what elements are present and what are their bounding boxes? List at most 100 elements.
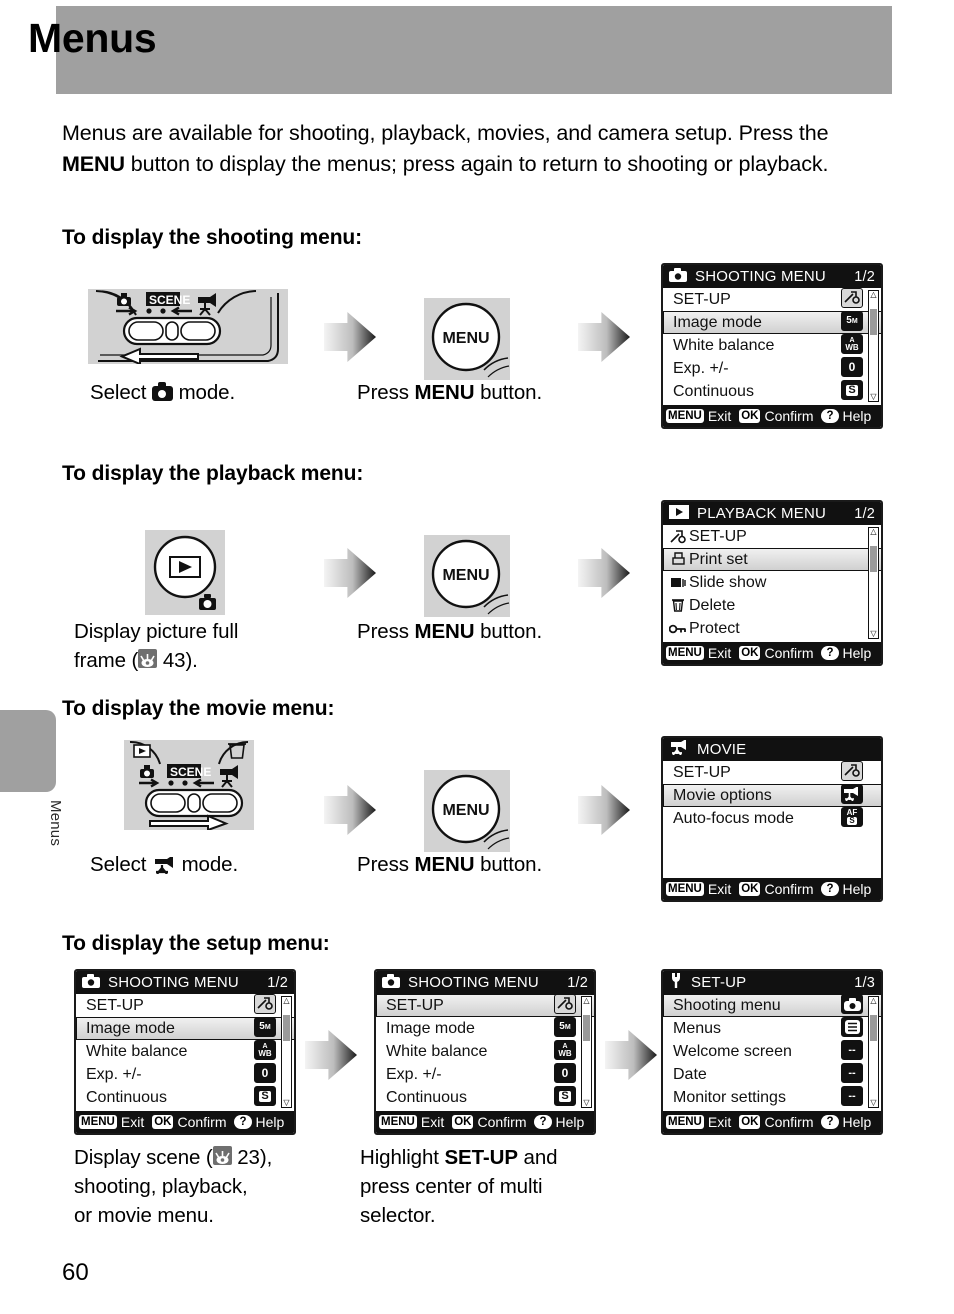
lcd-item-list: SET-UP Print set Slide show Delete Prote… [663, 525, 881, 640]
flow-arrow-3 [324, 548, 376, 598]
wrench-arrow-icon [554, 994, 576, 1014]
lcd-value-icon-column: -- -- -- [841, 994, 865, 1109]
menu-list-icon [841, 1017, 863, 1037]
ok-key-icon: OK [739, 645, 761, 661]
scrollbar-thumb[interactable] [583, 1015, 590, 1041]
lcd-title-bar: SHOOTING MENU 1/2 [376, 971, 594, 994]
scroll-up-arrow-icon: △ [870, 527, 877, 536]
menu-key-icon: MENU [666, 645, 704, 661]
caption-text: Select [90, 381, 152, 404]
lcd-scrollbar[interactable]: △ ▽ [868, 996, 879, 1108]
lcd-shooting-menu[interactable]: SHOOTING MENU 1/2 SET-UP Image mode Whit… [661, 263, 883, 429]
scrollbar-thumb[interactable] [870, 1015, 877, 1041]
ok-key-icon: OK [739, 881, 761, 897]
lcd-playback-menu[interactable]: PLAYBACK MENU 1/2 SET-UP Print set Slide… [661, 500, 883, 666]
intro-text-1: Menus are available for shooting, playba… [62, 121, 829, 145]
lcd-item-label: Movie options [673, 786, 772, 804]
footer-exit-label: Exit [707, 408, 732, 424]
lcd-footer-bar: MENU Exit OK Confirm ? Help [376, 1111, 594, 1133]
single-shot-icon: S [841, 380, 863, 400]
scrollbar-thumb[interactable] [870, 309, 877, 335]
dashes-icon: -- [841, 1063, 863, 1083]
intro-menu-bold: MENU [62, 152, 125, 176]
help-key-icon: ? [821, 408, 839, 424]
menu-bold: MENU [414, 381, 475, 404]
lcd-shooting-menu-step1[interactable]: SHOOTING MENU 1/2 SET-UP Image mode Whit… [74, 969, 296, 1135]
trash-icon [667, 598, 689, 613]
lcd-scrollbar[interactable]: △ ▽ [868, 527, 879, 639]
menu-key-icon: MENU [79, 1114, 117, 1130]
lcd-scrollbar[interactable]: △ ▽ [281, 996, 292, 1108]
camera-icon [382, 973, 400, 992]
ok-key-icon: OK [739, 408, 761, 424]
scroll-down-arrow-icon: ▽ [870, 1098, 877, 1107]
footer-help-label: Help [555, 1114, 585, 1130]
lcd-item-label: SET-UP [386, 996, 444, 1014]
footer-confirm-label: Confirm [764, 1114, 814, 1130]
caption-text: Press [357, 620, 415, 643]
lcd-row-setup[interactable]: SET-UP [663, 525, 881, 548]
scroll-up-arrow-icon: △ [870, 996, 877, 1005]
auto-white-balance-icon: A WB [841, 334, 863, 354]
lcd-scrollbar[interactable]: △ ▽ [581, 996, 592, 1108]
help-key-icon: ? [821, 881, 839, 897]
lcd-page-indicator: 1/2 [267, 974, 288, 991]
playback-icon [669, 504, 689, 523]
lcd-movie-menu[interactable]: MOVIE SET-UP Movie options Auto-focus mo… [661, 736, 883, 902]
menu-bold: MENU [414, 853, 475, 876]
lcd-item-label: Slide show [689, 573, 767, 591]
lcd-item-label: Image mode [673, 313, 762, 331]
slideshow-icon [667, 576, 689, 590]
scroll-up-arrow-icon: △ [870, 290, 877, 299]
lcd-item-label: Continuous [86, 1088, 167, 1106]
section-heading-playback: To display the playback menu: [62, 462, 364, 485]
movie-camera-icon [669, 739, 689, 759]
lcd-setup-menu[interactable]: SET-UP 1/3 Shooting menu Menus Welcome s… [661, 969, 883, 1135]
footer-help-label: Help [842, 645, 872, 661]
camera-icon [669, 267, 687, 286]
lcd-item-label: SET-UP [86, 996, 144, 1014]
caption-text: Press [357, 381, 415, 404]
caption-press-menu-1: Press MENU button. [357, 378, 542, 407]
flow-arrow-6 [578, 785, 630, 835]
caption-text: button. [474, 853, 543, 876]
lcd-scrollbar[interactable]: △ ▽ [868, 290, 879, 402]
page-reference-icon [212, 1146, 232, 1165]
ok-key-icon: OK [739, 1114, 761, 1130]
menu-bold: MENU [414, 620, 475, 643]
caption-display-scene: Display scene ( 23), shooting, playback,… [74, 1143, 272, 1230]
lcd-footer-bar: MENU Exit OK Confirm ? Help [76, 1111, 294, 1133]
footer-confirm-label: Confirm [764, 408, 814, 424]
lcd-value-icon-column: 5M A WB 0 S [841, 288, 865, 403]
dashes-icon: -- [841, 1040, 863, 1060]
help-key-icon: ? [821, 1114, 839, 1130]
lcd-title-bar: MOVIE [663, 738, 881, 761]
scrollbar-thumb[interactable] [870, 546, 877, 572]
flow-arrow-2 [578, 312, 630, 362]
lcd-item-label: SET-UP [673, 290, 731, 308]
lcd-row-protect[interactable]: Protect [663, 617, 881, 640]
scroll-down-arrow-icon: ▽ [283, 1098, 290, 1107]
scrollbar-thumb[interactable] [283, 1015, 290, 1041]
svg-text:MENU: MENU [442, 330, 489, 347]
lcd-title-bar: SHOOTING MENU 1/2 [663, 265, 881, 288]
footer-confirm-label: Confirm [477, 1114, 527, 1130]
wrench-arrow-icon [841, 761, 863, 781]
mode-switch-movie-svg: SCENE [129, 740, 249, 832]
lcd-row-print-set[interactable]: Print set [663, 548, 881, 571]
lcd-page-indicator: 1/2 [854, 505, 875, 522]
page-title: Menus [28, 15, 157, 61]
movie-camera-icon [152, 853, 176, 875]
footer-help-label: Help [842, 881, 872, 897]
scroll-down-arrow-icon: ▽ [870, 629, 877, 638]
page-header-band [56, 6, 892, 94]
lcd-shooting-menu-step2[interactable]: SHOOTING MENU 1/2 SET-UP Image mode Whit… [374, 969, 596, 1135]
lcd-title-text: SHOOTING MENU [695, 268, 826, 285]
lcd-footer-bar: MENU Exit OK Confirm ? Help [663, 1111, 881, 1133]
lcd-row-delete[interactable]: Delete [663, 594, 881, 617]
lcd-row-slide-show[interactable]: Slide show [663, 571, 881, 594]
menu-button-svg: MENU [431, 539, 510, 615]
lcd-item-label: White balance [673, 336, 775, 354]
playback-button-illustration [145, 530, 225, 615]
lcd-footer-bar: MENU Exit OK Confirm ? Help [663, 642, 881, 664]
